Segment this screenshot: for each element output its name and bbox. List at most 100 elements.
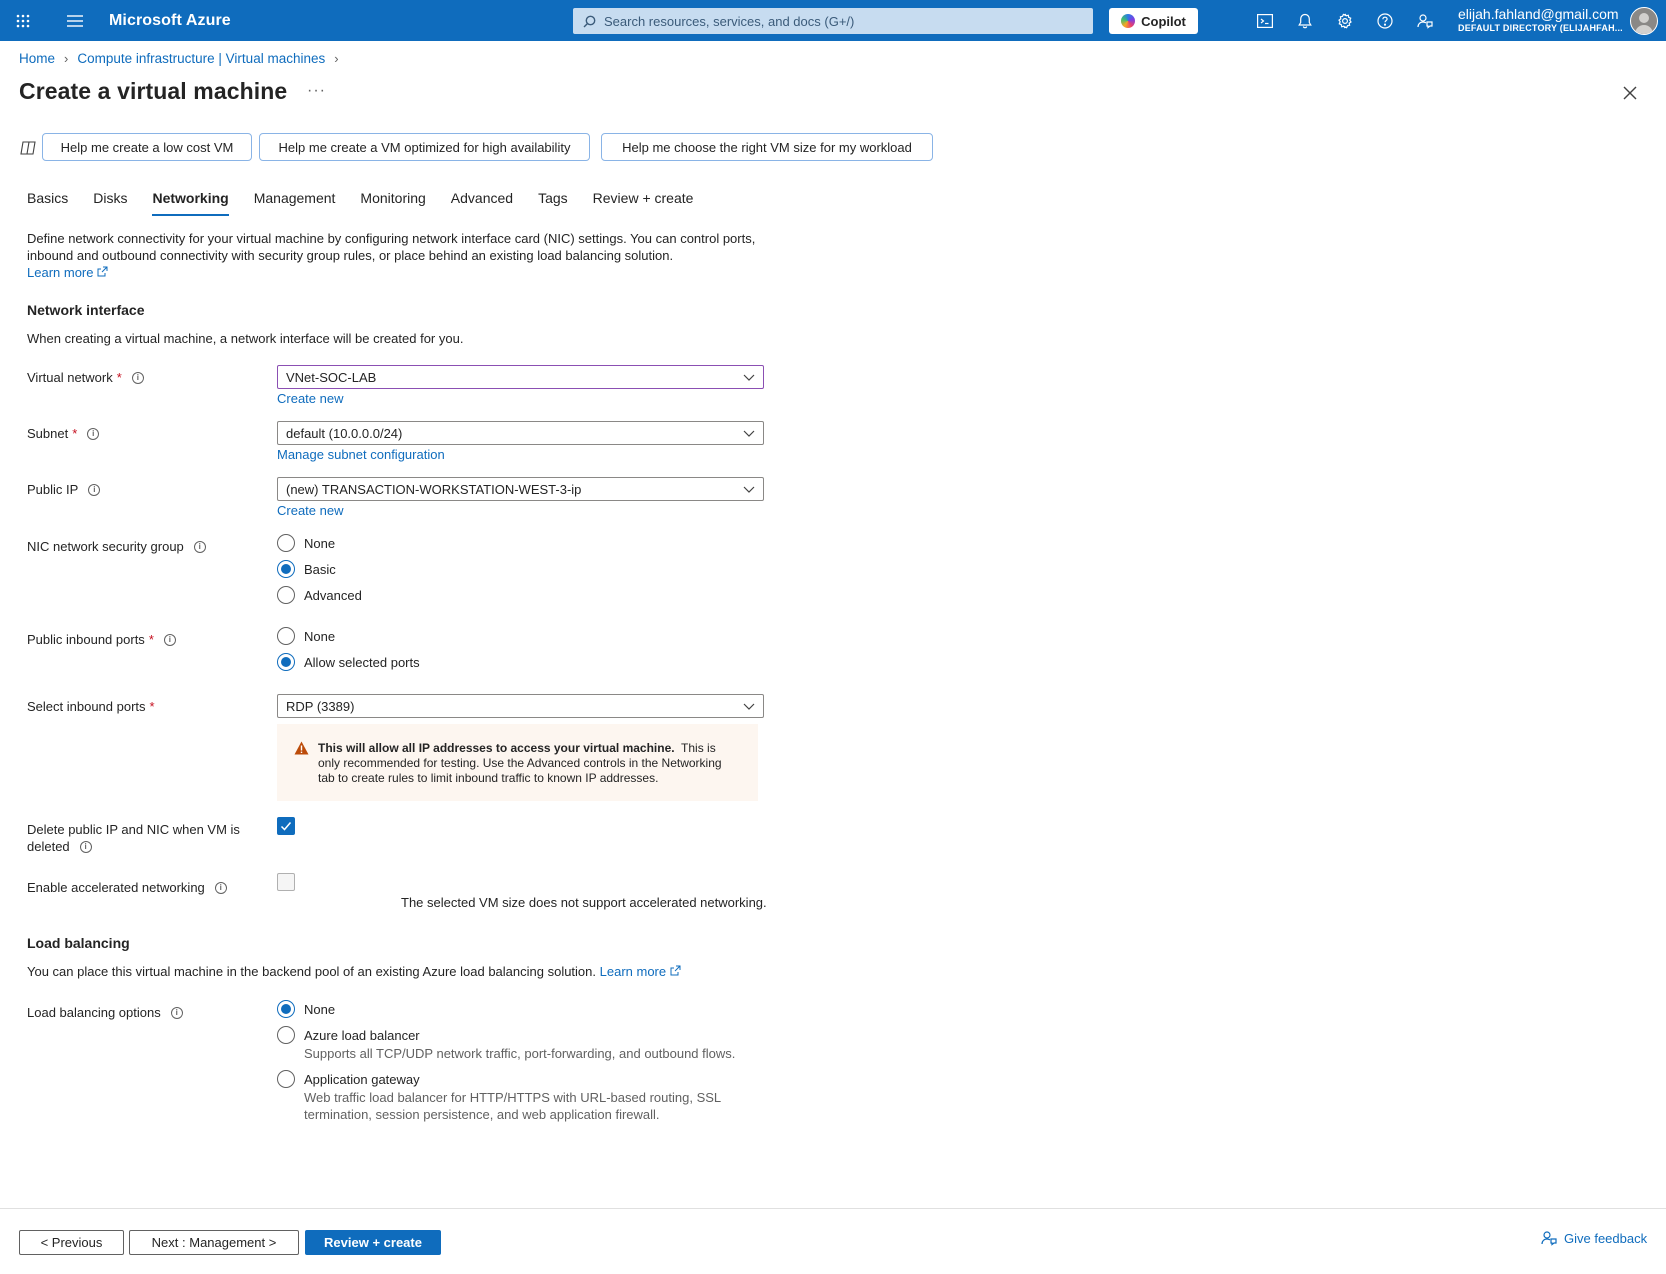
subnet-select[interactable]: default (10.0.0.0/24) xyxy=(277,421,764,445)
chevron-down-icon xyxy=(743,374,755,381)
close-icon[interactable] xyxy=(1620,83,1640,103)
intro-line-2: inbound and outbound connectivity with s… xyxy=(27,248,674,263)
network-interface-title: Network interface xyxy=(27,302,145,318)
virtual-network-label: Virtual network * i xyxy=(27,370,144,385)
public-ip-create-new-link[interactable]: Create new xyxy=(277,503,343,518)
nsg-option-advanced[interactable]: Advanced xyxy=(277,586,362,604)
warning-icon xyxy=(294,741,309,755)
select-inbound-ports-select[interactable]: RDP (3389) xyxy=(277,694,764,718)
avatar[interactable] xyxy=(1630,7,1658,35)
copilot-button[interactable]: Copilot xyxy=(1109,8,1198,34)
tab-management[interactable]: Management xyxy=(254,190,336,216)
radio-button[interactable] xyxy=(277,586,295,604)
give-feedback-link[interactable]: Give feedback xyxy=(1541,1230,1647,1246)
nsg-option-basic[interactable]: Basic xyxy=(277,560,336,578)
next-management-button[interactable]: Next : Management > xyxy=(129,1230,299,1255)
tab-monitoring[interactable]: Monitoring xyxy=(360,190,425,216)
radio-button[interactable] xyxy=(277,1026,295,1044)
account-email: elijah.fahland@gmail.com xyxy=(1458,6,1619,22)
info-icon[interactable]: i xyxy=(163,633,176,646)
breadcrumb-home[interactable]: Home xyxy=(19,51,55,66)
feedback-person-icon xyxy=(1541,1231,1557,1246)
intro-learn-more-link[interactable]: Learn more xyxy=(27,265,108,280)
select-inbound-ports-label: Select inbound ports * xyxy=(27,699,155,714)
tab-review-create[interactable]: Review + create xyxy=(593,190,694,216)
cloud-shell-icon[interactable] xyxy=(1245,0,1285,41)
radio-button[interactable] xyxy=(277,1000,295,1018)
lb-option-application-gateway[interactable]: Application gateway xyxy=(277,1070,420,1088)
notifications-bell-icon[interactable] xyxy=(1285,0,1325,41)
radio-button[interactable] xyxy=(277,560,295,578)
account-info[interactable]: elijah.fahland@gmail.com DEFAULT DIRECTO… xyxy=(1458,6,1623,34)
info-icon[interactable]: i xyxy=(131,371,144,384)
nsg-option-none[interactable]: None xyxy=(277,534,335,552)
review-create-button[interactable]: Review + create xyxy=(305,1230,441,1255)
tab-tags[interactable]: Tags xyxy=(538,190,568,216)
chevron-down-icon xyxy=(743,703,755,710)
help-icon[interactable] xyxy=(1365,0,1405,41)
info-icon[interactable]: i xyxy=(193,540,206,553)
manage-subnet-link[interactable]: Manage subnet configuration xyxy=(277,447,445,462)
global-search[interactable] xyxy=(573,8,1093,34)
lb-azure-load-balancer-desc: Supports all TCP/UDP network traffic, po… xyxy=(304,1046,736,1061)
more-options-icon[interactable]: ··· xyxy=(307,82,326,100)
subnet-label: Subnet * i xyxy=(27,426,100,441)
chevron-down-icon xyxy=(743,486,755,493)
inbound-option-allow-selected[interactable]: Allow selected ports xyxy=(277,653,420,671)
tab-disks[interactable]: Disks xyxy=(93,190,127,216)
info-icon[interactable]: i xyxy=(170,1006,183,1019)
radio-button[interactable] xyxy=(277,534,295,552)
search-icon xyxy=(583,15,596,27)
load-balancing-learn-more-link[interactable]: Learn more xyxy=(600,964,681,979)
breadcrumb: Home › Compute infrastructure | Virtual … xyxy=(19,51,348,66)
chevron-right-icon: › xyxy=(64,51,69,66)
footer-divider xyxy=(0,1208,1666,1209)
inbound-option-none[interactable]: None xyxy=(277,627,335,645)
accelerated-networking-label: Enable accelerated networking i xyxy=(27,880,227,895)
lb-option-azure-load-balancer[interactable]: Azure load balancer xyxy=(277,1026,420,1044)
info-icon[interactable]: i xyxy=(88,483,101,496)
tab-networking[interactable]: Networking xyxy=(152,190,229,216)
radio-button[interactable] xyxy=(277,627,295,645)
delete-ip-checkbox[interactable] xyxy=(277,817,295,835)
virtual-network-select[interactable]: VNet-SOC-LAB xyxy=(277,365,764,389)
settings-gear-icon[interactable] xyxy=(1325,0,1365,41)
info-icon[interactable]: i xyxy=(87,427,100,440)
account-directory: DEFAULT DIRECTORY (ELIJAHFAH... xyxy=(1458,23,1623,33)
feedback-person-icon[interactable] xyxy=(1405,0,1445,41)
info-icon[interactable]: i xyxy=(214,881,227,894)
previous-button[interactable]: < Previous xyxy=(19,1230,124,1255)
hamburger-menu-icon[interactable] xyxy=(55,0,95,41)
intro-text: Define network connectivity for your vir… xyxy=(27,230,755,281)
radio-button[interactable] xyxy=(277,1070,295,1088)
copilot-label: Copilot xyxy=(1141,13,1186,29)
checkmark-icon xyxy=(280,822,292,831)
tab-advanced[interactable]: Advanced xyxy=(451,190,513,216)
lb-application-gateway-desc: Web traffic load balancer for HTTP/HTTPS… xyxy=(304,1090,722,1122)
external-link-icon xyxy=(670,965,681,976)
warning-bold-text: This will allow all IP addresses to acce… xyxy=(318,741,675,755)
info-icon[interactable]: i xyxy=(79,840,92,853)
radio-button[interactable] xyxy=(277,653,295,671)
app-launcher-icon[interactable] xyxy=(3,0,43,41)
topbar-actions xyxy=(1245,0,1445,41)
delete-ip-label: Delete public IP and NIC when VM is dele… xyxy=(27,822,240,854)
accelerated-networking-checkbox[interactable] xyxy=(277,873,295,891)
load-balancing-options-label: Load balancing options i xyxy=(27,1005,183,1020)
public-ip-label: Public IP i xyxy=(27,482,101,497)
tab-basics[interactable]: Basics xyxy=(27,190,68,216)
search-input[interactable] xyxy=(604,13,1084,29)
copilot-icon xyxy=(1121,14,1136,28)
intro-line-1: Define network connectivity for your vir… xyxy=(27,231,756,246)
lb-option-none[interactable]: None xyxy=(277,1000,335,1018)
prompt-chip-low-cost[interactable]: Help me create a low cost VM xyxy=(42,133,252,161)
wizard-tabs: Basics Disks Networking Management Monit… xyxy=(27,190,718,216)
prompt-chip-high-availability[interactable]: Help me create a VM optimized for high a… xyxy=(259,133,590,161)
chevron-down-icon xyxy=(743,430,755,437)
virtual-network-create-new-link[interactable]: Create new xyxy=(277,391,343,406)
brand-title[interactable]: Microsoft Azure xyxy=(109,12,231,30)
public-ip-select[interactable]: (new) TRANSACTION-WORKSTATION-WEST-3-ip xyxy=(277,477,764,501)
copilot-sparkle-icon xyxy=(20,141,36,155)
prompt-chip-vm-size[interactable]: Help me choose the right VM size for my … xyxy=(601,133,933,161)
breadcrumb-virtual-machines[interactable]: Compute infrastructure | Virtual machine… xyxy=(77,51,325,66)
